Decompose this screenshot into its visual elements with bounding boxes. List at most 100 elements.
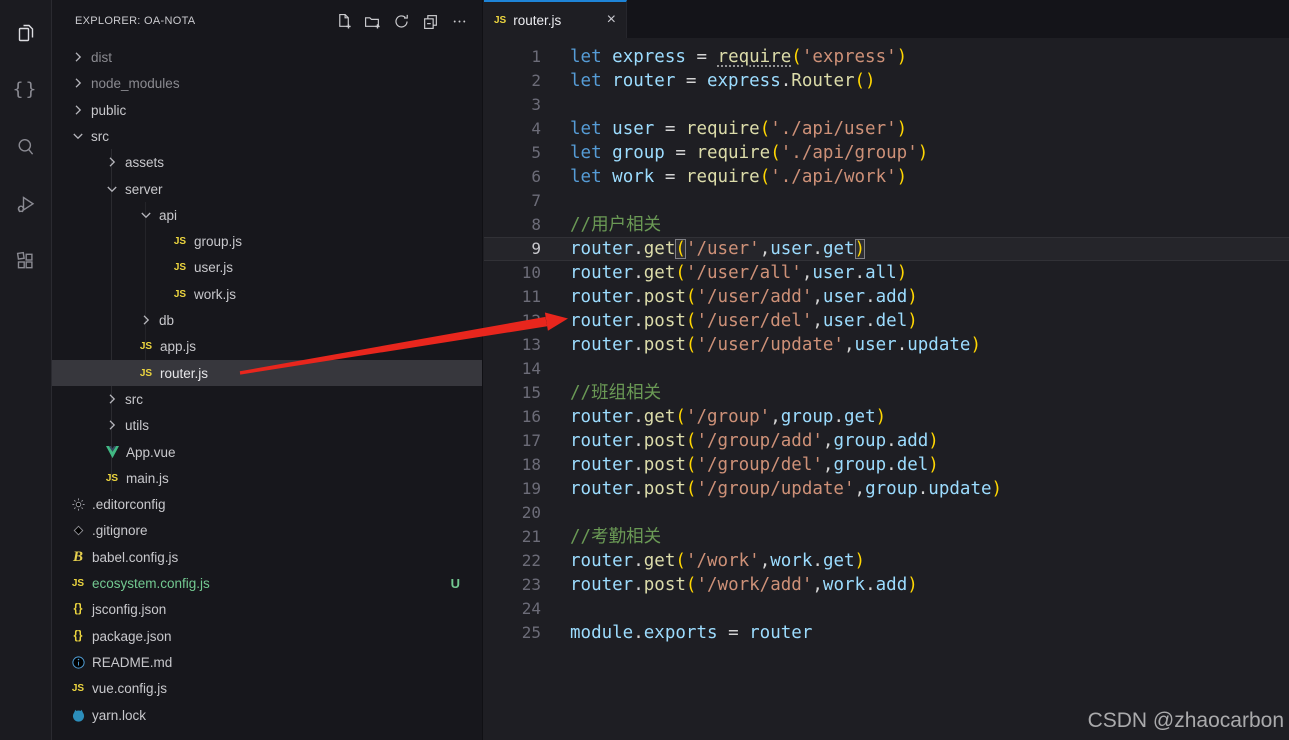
tree-item-babel-config-js[interactable]: Bbabel.config.js	[52, 544, 482, 570]
braces-json-icon: {}	[69, 601, 87, 617]
tree-item-dist[interactable]: dist	[52, 44, 482, 70]
chevron-right-icon	[103, 391, 121, 407]
search-icon[interactable]	[0, 118, 51, 175]
info-icon	[69, 654, 87, 670]
code-text: let work = require('./api/work')	[570, 165, 907, 189]
code-line-8[interactable]: 8//用户相关	[484, 213, 1289, 237]
explorer-sidebar: EXPLORER: OA-NOTA distnode_modulespublic…	[52, 0, 483, 740]
file-tree: distnode_modulespublicsrcassetsserverapi…	[52, 44, 482, 740]
code-line-24[interactable]: 24	[484, 597, 1289, 621]
chevron-right-icon	[103, 417, 121, 433]
braces-icon[interactable]: {}	[0, 61, 51, 118]
line-number: 7	[484, 189, 541, 213]
explorer-icon[interactable]	[0, 4, 51, 61]
refresh-icon[interactable]	[392, 12, 410, 30]
code-line-20[interactable]: 20	[484, 501, 1289, 525]
chevron-right-icon	[137, 312, 155, 328]
tree-item-user-js[interactable]: JSuser.js	[52, 254, 482, 280]
tab-router-js[interactable]: JS router.js ×	[484, 0, 627, 38]
extensions-icon[interactable]	[0, 232, 51, 289]
code-line-4[interactable]: 4let user = require('./api/user')	[484, 117, 1289, 141]
tree-item-label: assets	[125, 155, 164, 170]
collapse-folders-icon[interactable]	[421, 12, 439, 30]
braces-json-icon: {}	[69, 628, 87, 644]
line-number: 14	[484, 357, 541, 381]
line-number: 25	[484, 621, 541, 645]
code-text: router.post('/work/add',work.add)	[570, 573, 918, 597]
code-line-21[interactable]: 21//考勤相关	[484, 525, 1289, 549]
code-text: router.post('/user/del',user.del)	[570, 309, 918, 333]
tree-item-vue-config-js[interactable]: JSvue.config.js	[52, 675, 482, 701]
run-debug-icon[interactable]	[0, 175, 51, 232]
chevron-right-icon	[69, 75, 87, 91]
code-line-23[interactable]: 23router.post('/work/add',work.add)	[484, 573, 1289, 597]
code-text: //用户相关	[570, 213, 661, 237]
code-line-11[interactable]: 11router.post('/user/add',user.add)	[484, 285, 1289, 309]
code-line-3[interactable]: 3	[484, 93, 1289, 117]
js-icon: JS	[103, 470, 121, 486]
js-icon: JS	[494, 15, 506, 26]
line-number: 5	[484, 141, 541, 165]
tree-item-api[interactable]: api	[52, 202, 482, 228]
code-line-13[interactable]: 13router.post('/user/update',user.update…	[484, 333, 1289, 357]
tree-item-readme-md[interactable]: README.md	[52, 649, 482, 675]
tree-item-assets[interactable]: assets	[52, 149, 482, 175]
tree-item-utils[interactable]: utils	[52, 412, 482, 438]
editor-group: JS router.js × 1let express = require('e…	[484, 0, 1289, 740]
js-icon: JS	[137, 365, 155, 381]
tree-item-public[interactable]: public	[52, 97, 482, 123]
tree-item-src[interactable]: src	[52, 386, 482, 412]
tree-item-node-modules[interactable]: node_modules	[52, 70, 482, 96]
tree-item-label: server	[125, 182, 163, 197]
tree-item-yarn-lock[interactable]: yarn.lock	[52, 702, 482, 728]
tree-item-src[interactable]: src	[52, 123, 482, 149]
code-line-16[interactable]: 16router.get('/group',group.get)	[484, 405, 1289, 429]
code-line-14[interactable]: 14	[484, 357, 1289, 381]
code-text: router.post('/user/update',user.update)	[570, 333, 981, 357]
tree-item-group-js[interactable]: JSgroup.js	[52, 228, 482, 254]
tree-item--editorconfig[interactable]: .editorconfig	[52, 491, 482, 517]
tree-item-label: .gitignore	[92, 523, 148, 538]
line-number: 3	[484, 93, 541, 117]
new-folder-icon[interactable]	[363, 12, 381, 30]
tree-item-main-js[interactable]: JSmain.js	[52, 465, 482, 491]
tree-item-server[interactable]: server	[52, 176, 482, 202]
code-line-2[interactable]: 2let router = express.Router()	[484, 69, 1289, 93]
tree-item-app-js[interactable]: JSapp.js	[52, 333, 482, 359]
tree-item-work-js[interactable]: JSwork.js	[52, 281, 482, 307]
vscode-window: { "watermark": "CSDN @zhaocarbon", "colo…	[0, 0, 1289, 740]
js-icon: JS	[69, 575, 87, 591]
tree-item-ecosystem-config-js[interactable]: JSecosystem.config.jsU	[52, 570, 482, 596]
code-line-9[interactable]: 9router.get('/user',user.get)	[484, 237, 1289, 261]
code-line-10[interactable]: 10router.get('/user/all',user.all)	[484, 261, 1289, 285]
chevron-right-icon	[69, 49, 87, 65]
code-line-19[interactable]: 19router.post('/group/update',group.upda…	[484, 477, 1289, 501]
more-actions-icon[interactable]	[450, 12, 468, 30]
tree-item-package-json[interactable]: {}package.json	[52, 623, 482, 649]
code-line-5[interactable]: 5 let group = require('./api/group')	[484, 141, 1289, 165]
tab-strip: JS router.js ×	[484, 0, 1289, 38]
tree-item-db[interactable]: db	[52, 307, 482, 333]
code-line-22[interactable]: 22router.get('/work',work.get)	[484, 549, 1289, 573]
chevron-down-icon	[69, 128, 87, 144]
code-text: let group = require('./api/group')	[570, 141, 928, 165]
git-icon	[69, 522, 87, 538]
code-editor[interactable]: 1let express = require('express')2let ro…	[484, 38, 1289, 740]
code-line-7[interactable]: 7	[484, 189, 1289, 213]
tree-item-app-vue[interactable]: App.vue	[52, 439, 482, 465]
tree-item--gitignore[interactable]: .gitignore	[52, 517, 482, 543]
tree-item-label: yarn.lock	[92, 708, 146, 723]
line-number: 10	[484, 261, 541, 285]
tree-item-jsconfig-json[interactable]: {}jsconfig.json	[52, 596, 482, 622]
code-line-25[interactable]: 25module.exports = router	[484, 621, 1289, 645]
code-line-18[interactable]: 18router.post('/group/del',group.del)	[484, 453, 1289, 477]
tree-item-router-js[interactable]: JSrouter.js	[52, 360, 482, 386]
close-icon[interactable]: ×	[607, 12, 616, 28]
code-line-1[interactable]: 1let express = require('express')	[484, 45, 1289, 69]
code-line-17[interactable]: 17router.post('/group/add',group.add)	[484, 429, 1289, 453]
code-line-15[interactable]: 15//班组相关	[484, 381, 1289, 405]
new-file-icon[interactable]	[334, 12, 352, 30]
code-line-6[interactable]: 6let work = require('./api/work')	[484, 165, 1289, 189]
tree-item-label: node_modules	[91, 76, 180, 91]
code-line-12[interactable]: 12router.post('/user/del',user.del)	[484, 309, 1289, 333]
